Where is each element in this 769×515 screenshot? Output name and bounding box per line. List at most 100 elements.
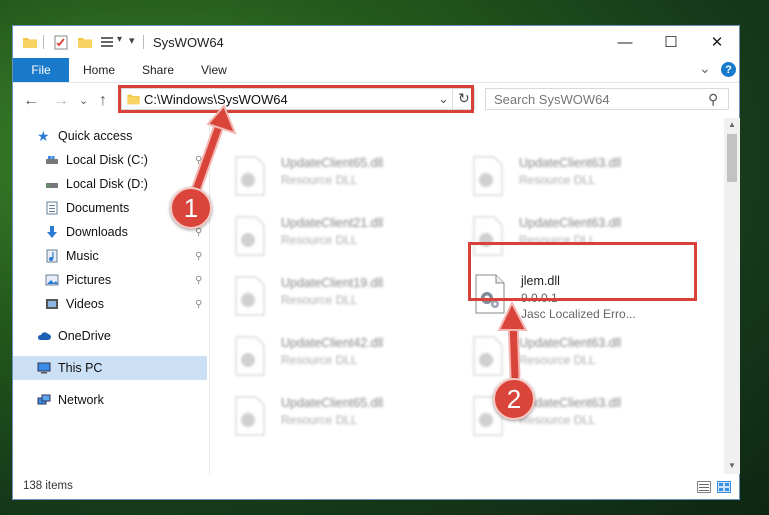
pin-icon: ⚲	[195, 298, 203, 310]
sidebar-item-local-disk-c[interactable]: Local Disk (C:) ⚲	[13, 148, 207, 172]
pin-icon: ⚲	[195, 250, 203, 262]
file-description: Resource DLL	[519, 353, 596, 367]
file-name: UpdateClient42.dll	[281, 336, 384, 350]
title-divider	[43, 35, 44, 49]
dll-file-icon	[235, 396, 265, 436]
close-button[interactable]: ✕	[694, 26, 740, 58]
dll-file-icon	[473, 156, 503, 196]
sidebar-item-label: Local Disk (D:)	[66, 177, 148, 191]
sidebar-item-music[interactable]: Music ⚲	[13, 244, 207, 268]
dll-file-icon	[235, 216, 265, 256]
list-item[interactable]: UpdateClient63.dll Resource DLL	[472, 154, 697, 206]
music-icon	[46, 249, 58, 263]
ribbon: File Home Share View ⌄ ?	[13, 58, 739, 83]
quick-access-toolbar-icon[interactable]: ▾	[129, 34, 135, 50]
pictures-icon	[45, 274, 59, 286]
list-item[interactable]: UpdateClient65.dll Resource DLL	[234, 394, 459, 446]
sidebar-item-quick-access[interactable]: ★ Quick access	[13, 124, 207, 148]
recent-locations-button[interactable]: ⌄	[79, 94, 88, 107]
file-name: UpdateClient63.dll	[519, 216, 622, 230]
documents-icon	[46, 201, 58, 215]
help-icon[interactable]: ?	[721, 62, 736, 77]
sidebar-item-label: Videos	[66, 297, 104, 311]
expand-ribbon-icon[interactable]: ⌄	[699, 60, 711, 77]
maximize-icon: ☐	[664, 34, 678, 51]
step-badge-2: 2	[493, 378, 535, 420]
new-folder-icon[interactable]	[77, 34, 93, 50]
close-icon: ✕	[710, 34, 724, 51]
status-bar: 138 items	[13, 475, 739, 499]
file-description: Resource DLL	[281, 173, 358, 187]
sidebar-item-label: This PC	[58, 361, 103, 375]
list-item[interactable]: UpdateClient63.dll Resource DLL	[472, 334, 697, 386]
list-item[interactable]: UpdateClient42.dll Resource DLL	[234, 334, 459, 386]
file-description: Resource DLL	[281, 233, 358, 247]
customize-icon[interactable]	[99, 34, 115, 50]
minimize-button[interactable]: —	[602, 26, 648, 58]
scroll-down-icon[interactable]: ▼	[728, 461, 736, 470]
pin-icon: ⚲	[195, 154, 203, 166]
sidebar-item-label: OneDrive	[58, 329, 111, 343]
minimize-icon: —	[617, 33, 633, 51]
title-divider	[143, 35, 144, 49]
file-name: UpdateClient21.dll	[281, 216, 384, 230]
scroll-up-icon[interactable]: ▲	[728, 120, 736, 129]
address-bar-highlight	[118, 85, 474, 113]
network-icon	[37, 394, 51, 405]
sidebar-item-label: Music	[66, 249, 99, 263]
dll-file-icon	[235, 156, 265, 196]
sidebar-item-label: Downloads	[66, 225, 128, 239]
sidebar-item-videos[interactable]: Videos ⚲	[13, 292, 207, 316]
search-icon[interactable]: ⚲	[708, 91, 718, 108]
file-description: Jasc Localized Erro...	[521, 307, 636, 321]
large-icons-view-icon[interactable]	[717, 481, 731, 493]
dll-file-icon	[235, 276, 265, 316]
cloud-icon	[37, 332, 51, 340]
list-item[interactable]: UpdateClient65.dll Resource DLL	[234, 154, 459, 206]
step-badge-1: 1	[170, 187, 212, 229]
sidebar-item-label: Pictures	[66, 273, 112, 287]
forward-button[interactable]: →	[53, 92, 69, 110]
search-input[interactable]: Search SysWOW64	[494, 92, 610, 107]
file-name: UpdateClient63.dll	[519, 336, 622, 350]
computer-icon	[37, 362, 51, 374]
file-description: Resource DLL	[281, 413, 358, 427]
tab-file[interactable]: File	[13, 58, 69, 82]
search-box[interactable]: Search SysWOW64 ⚲	[485, 88, 729, 110]
sidebar-item-pictures[interactable]: Pictures ⚲	[13, 268, 207, 292]
dll-file-icon	[473, 336, 503, 376]
sidebar-item-label: Quick access	[58, 129, 133, 143]
download-icon	[47, 226, 57, 238]
list-item[interactable]: UpdateClient19.dll Resource DLL	[234, 274, 459, 326]
file-name: UpdateClient63.dll	[519, 156, 622, 170]
folder-icon	[23, 38, 37, 48]
quick-access-dropdown-icon[interactable]: ▾	[117, 34, 122, 50]
properties-icon[interactable]	[53, 34, 69, 50]
file-description: Resource DLL	[281, 353, 358, 367]
sidebar-item-label: Local Disk (C:)	[66, 153, 148, 167]
title-bar: ▾ ▾ SysWOW64 — ☐ ✕	[13, 26, 739, 58]
tab-view[interactable]: View	[201, 58, 227, 82]
tab-share[interactable]: Share	[142, 58, 174, 82]
file-name: UpdateClient65.dll	[281, 396, 384, 410]
videos-icon	[46, 299, 58, 309]
vertical-scrollbar[interactable]: ▲ ▼	[724, 118, 740, 474]
list-item[interactable]: UpdateClient21.dll Resource DLL	[234, 214, 459, 266]
file-name: UpdateClient19.dll	[281, 276, 384, 290]
sidebar-item-onedrive[interactable]: OneDrive	[13, 324, 207, 348]
sidebar-item-this-pc[interactable]: This PC	[13, 356, 207, 380]
scrollbar-thumb[interactable]	[727, 134, 737, 182]
sidebar-item-network[interactable]: Network	[13, 388, 207, 412]
drive-icon	[46, 156, 58, 164]
details-view-icon[interactable]	[697, 481, 711, 493]
back-button[interactable]: ←	[23, 92, 39, 110]
tab-home[interactable]: Home	[83, 58, 115, 82]
file-description: Resource DLL	[281, 293, 358, 307]
up-button[interactable]: ↑	[99, 92, 107, 110]
item-count: 138 items	[23, 480, 73, 492]
pin-icon: ⚲	[195, 274, 203, 286]
maximize-button[interactable]: ☐	[648, 26, 694, 58]
drive-icon	[46, 183, 58, 188]
star-icon: ★	[37, 128, 50, 144]
navigation-pane: ★ Quick access Local Disk (C:) ⚲ Local D…	[13, 118, 210, 474]
